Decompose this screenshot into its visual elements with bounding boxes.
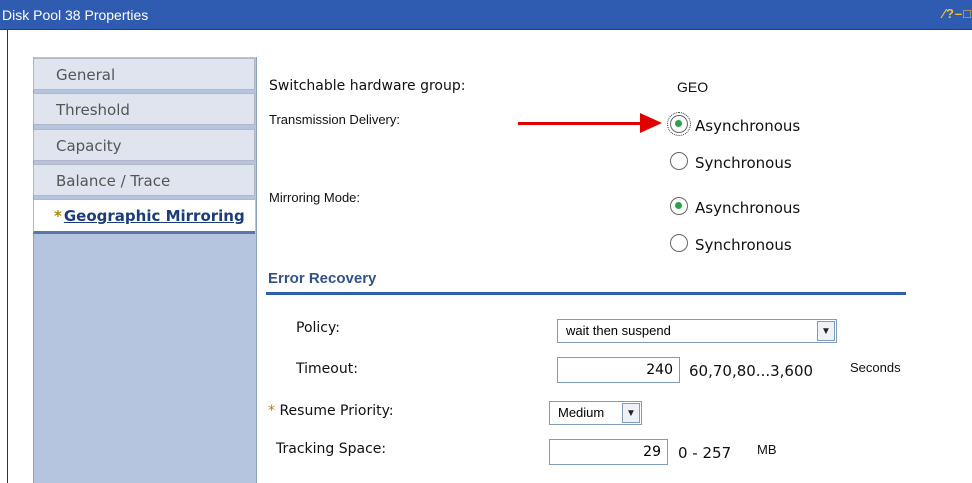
- chevron-down-icon[interactable]: ▼: [622, 403, 640, 423]
- window-controls[interactable]: ⁄?–□: [943, 6, 972, 21]
- error-recovery-heading: Error Recovery: [268, 270, 377, 287]
- timeout-range: 60,70,80...3,600: [689, 362, 814, 380]
- tab-capacity-label: Capacity: [56, 137, 122, 155]
- mirroring-sync-label[interactable]: Synchronous: [695, 236, 792, 254]
- tab-threshold-label: Threshold: [56, 101, 130, 119]
- tab-geographic-mirroring-label: Geographic Mirroring: [63, 207, 245, 225]
- mirroring-sync-radio[interactable]: [670, 234, 688, 252]
- transmission-sync-radio[interactable]: [670, 152, 688, 170]
- annotation-arrow-head: [640, 113, 662, 133]
- timeout-unit: Seconds: [850, 360, 901, 375]
- tab-balance-trace-label: Balance / Trace: [56, 172, 171, 190]
- section-divider: [266, 292, 906, 295]
- required-marker: *: [54, 207, 62, 225]
- tab-general[interactable]: General: [33, 58, 255, 90]
- resume-priority-select[interactable]: Medium ▼: [549, 401, 642, 425]
- transmission-sync-label[interactable]: Synchronous: [695, 154, 792, 172]
- tracking-space-value: 29: [643, 444, 661, 460]
- timeout-input-value: 240: [646, 362, 673, 378]
- tracking-space-input[interactable]: 29: [549, 439, 668, 465]
- tab-threshold[interactable]: Threshold: [33, 93, 255, 125]
- required-marker: *: [268, 403, 275, 419]
- tab-balance-trace[interactable]: Balance / Trace: [33, 164, 255, 196]
- resume-priority-label: * Resume Priority:: [268, 403, 394, 419]
- title-bar: Disk Pool 38 Properties ⁄?–□: [0, 0, 972, 30]
- mirroring-async-label[interactable]: Asynchronous: [695, 199, 800, 217]
- tab-geographic-mirroring[interactable]: * Geographic Mirroring: [33, 199, 255, 234]
- mirroring-mode-label: Mirroring Mode:: [269, 190, 361, 205]
- annotation-arrow-line: [518, 122, 643, 125]
- mirroring-async-radio[interactable]: [670, 197, 688, 215]
- transmission-delivery-label: Transmission Delivery:: [269, 112, 400, 127]
- resume-priority-text: Resume Priority:: [279, 403, 394, 419]
- transmission-async-radio[interactable]: [667, 112, 691, 136]
- timeout-label: Timeout:: [296, 361, 358, 377]
- tab-general-label: General: [56, 66, 116, 84]
- policy-select-value: wait then suspend: [566, 323, 671, 338]
- window-title: Disk Pool 38 Properties: [2, 7, 149, 23]
- switchable-hardware-group-value: GEO: [677, 79, 709, 95]
- tracking-space-range: 0 - 257: [678, 444, 732, 462]
- chevron-down-icon[interactable]: ▼: [817, 321, 835, 341]
- switchable-hardware-group-label: Switchable hardware group:: [269, 78, 466, 94]
- tab-capacity[interactable]: Capacity: [33, 129, 255, 161]
- tracking-space-unit: MB: [757, 442, 777, 457]
- policy-select[interactable]: wait then suspend ▼: [557, 319, 837, 343]
- timeout-input[interactable]: 240: [557, 357, 680, 383]
- transmission-async-label[interactable]: Asynchronous: [695, 117, 800, 135]
- policy-label: Policy:: [296, 320, 340, 336]
- tracking-space-label: Tracking Space:: [276, 441, 387, 457]
- resume-priority-value: Medium: [558, 405, 605, 420]
